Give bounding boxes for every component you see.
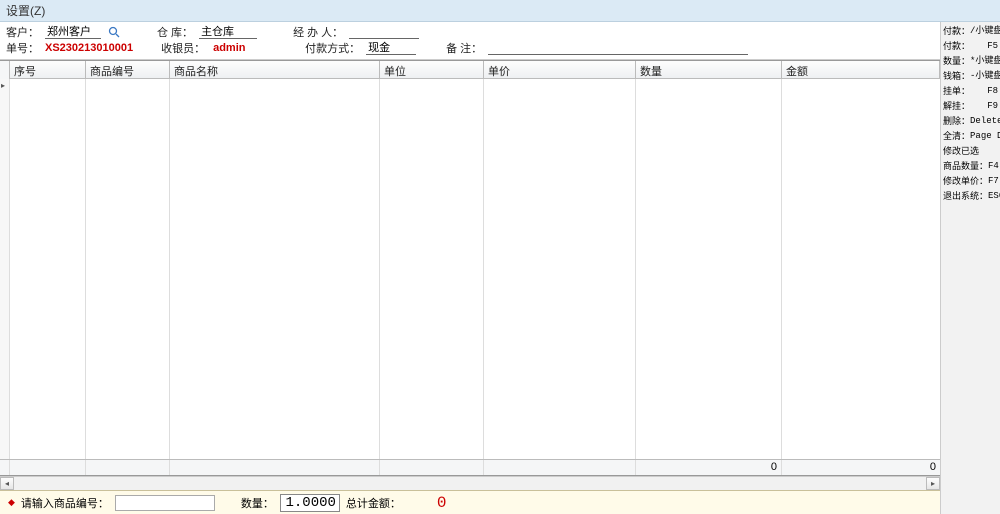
shortcut-key-label: 钱箱： [943, 70, 970, 83]
content-row: 客户： 郑州客户 仓 库： 主仓库 经 办 人： 单号： XS230213010… [0, 22, 1000, 514]
shortcut-key-label: 付款： [943, 25, 970, 38]
table-footer: 0 0 [0, 459, 940, 475]
shortcut-key-label: 修改单价： [943, 175, 988, 188]
shortcut-key-label: 付款： [943, 40, 970, 53]
scroll-left-icon[interactable]: ◂ [0, 477, 14, 490]
shortcut-key-value: F4 [988, 160, 999, 173]
shortcut-row: 解挂： F9 [943, 99, 998, 114]
shortcut-row: 数量：*小键盘 [943, 54, 998, 69]
code-prompt: 请输入商品编号： [21, 495, 109, 511]
col-name[interactable]: 商品名称 [170, 61, 380, 79]
shortcut-row: 删除：Delete [943, 114, 998, 129]
remark-label: 备 注： [446, 40, 482, 56]
footer-qty: 0 [636, 460, 782, 475]
qty-input[interactable] [280, 494, 340, 512]
shortcut-row: 修改单价：F7 [943, 174, 998, 189]
search-icon[interactable] [107, 25, 121, 39]
table-body[interactable]: ▸ [0, 79, 940, 459]
current-row-icon: ▸ [1, 81, 5, 90]
footer-amount: 0 [782, 460, 940, 475]
col-price[interactable]: 单价 [484, 61, 636, 79]
handler-label: 经 办 人： [293, 24, 343, 40]
warehouse-label: 仓 库： [157, 24, 193, 40]
shortcut-row: 退出系统：ESC [943, 189, 998, 204]
shortcut-key-label: 数量： [943, 55, 970, 68]
shortcut-key-label: 商品数量： [943, 160, 988, 173]
main-column: 客户： 郑州客户 仓 库： 主仓库 经 办 人： 单号： XS230213010… [0, 22, 940, 514]
shortcut-row: 全清：Page Down [943, 129, 998, 144]
shortcut-panel: 付款：/小键盘付款：F5数量：*小键盘钱箱：-小键盘挂单：F8解挂：F9删除：D… [940, 22, 1000, 514]
shortcut-key-label: 解挂： [943, 100, 970, 113]
shortcut-row: 挂单： F8 [943, 84, 998, 99]
warehouse-field[interactable]: 主仓库 [199, 25, 257, 39]
col-code[interactable]: 商品编号 [86, 61, 170, 79]
col-seq[interactable]: 序号 [10, 61, 86, 79]
shortcut-key-value: /小键盘 [970, 25, 1000, 38]
bottom-bar: ◆ 请输入商品编号： 数量： 总计金额： 0 [0, 490, 940, 514]
shortcut-key-label: 挂单： [943, 85, 970, 98]
col-amount[interactable]: 金额 [782, 61, 940, 79]
shortcut-key-label: 退出系统： [943, 190, 988, 203]
row-gutter: ▸ [0, 79, 10, 459]
horizontal-scrollbar[interactable]: ◂ ▸ [0, 476, 940, 490]
shortcut-row: 商品数量：F4 [943, 159, 998, 174]
header-form: 客户： 郑州客户 仓 库： 主仓库 经 办 人： 单号： XS230213010… [0, 22, 940, 60]
customer-label: 客户： [6, 24, 39, 40]
shortcut-key-value: Page Down [970, 130, 1000, 143]
shortcut-key-value: -小键盘 [970, 70, 1000, 83]
shortcut-key-label: 全清： [943, 130, 970, 143]
handler-field[interactable] [349, 25, 419, 39]
remark-field[interactable] [488, 41, 748, 55]
customer-field[interactable]: 郑州客户 [45, 25, 101, 39]
shortcut-key-value: F8 [987, 85, 998, 98]
diamond-icon: ◆ [8, 497, 15, 508]
shortcut-key-value: ESC [988, 190, 1000, 203]
shortcut-row: 付款：/小键盘 [943, 24, 998, 39]
paytype-field[interactable]: 现金 [366, 41, 416, 55]
orderno-value: XS230213010001 [45, 42, 133, 54]
items-table: 序号 商品编号 商品名称 单位 单价 数量 金额 ▸ [0, 60, 940, 476]
col-qty[interactable]: 数量 [636, 61, 782, 79]
shortcut-key-label: 删除： [943, 115, 970, 128]
shortcut-key-value: Delete [970, 115, 1000, 128]
menu-bar: 设置(Z) [0, 0, 1000, 22]
shortcut-key-value: *小键盘 [970, 55, 1000, 68]
shortcut-key-value: F7 [988, 175, 999, 188]
cashier-value: admin [211, 41, 269, 55]
scroll-right-icon[interactable]: ▸ [926, 477, 940, 490]
table-header: 序号 商品编号 商品名称 单位 单价 数量 金额 [0, 61, 940, 79]
code-input[interactable] [115, 495, 215, 511]
total-value: 0 [437, 494, 447, 512]
shortcut-key-label: 修改已选 [943, 145, 979, 158]
cashier-label: 收银员： [161, 40, 205, 56]
shortcut-key-value: F9 [987, 100, 998, 113]
qty-label: 数量： [241, 495, 274, 511]
col-unit[interactable]: 单位 [380, 61, 484, 79]
shortcut-key-value: F5 [987, 40, 998, 53]
total-label: 总计金额： [346, 495, 401, 511]
paytype-label: 付款方式： [305, 40, 360, 56]
shortcut-row: 付款： F5 [943, 39, 998, 54]
orderno-label: 单号： [6, 40, 39, 56]
shortcut-row: 钱箱：-小键盘 [943, 69, 998, 84]
shortcut-row: 修改已选 [943, 144, 998, 159]
menu-settings[interactable]: 设置(Z) [6, 4, 45, 18]
